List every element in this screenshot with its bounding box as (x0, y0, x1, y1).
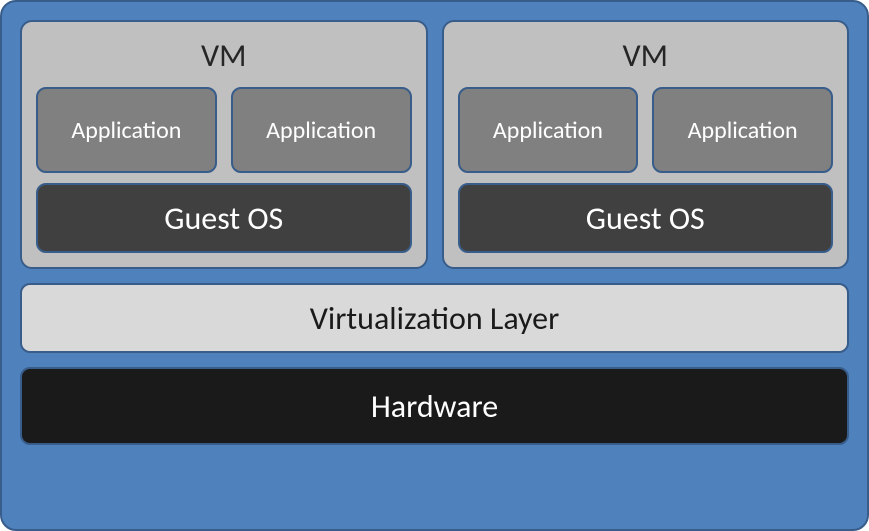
vm-row: VM Application Application Guest OS VM A… (20, 20, 849, 269)
guest-os-box: Guest OS (36, 183, 412, 253)
application-box: Application (652, 87, 833, 173)
app-row: Application Application (36, 87, 412, 173)
app-row: Application Application (458, 87, 834, 173)
application-box: Application (458, 87, 639, 173)
vm-box-2: VM Application Application Guest OS (442, 20, 850, 269)
application-box: Application (36, 87, 217, 173)
guest-os-box: Guest OS (458, 183, 834, 253)
virtualization-layer-box: Virtualization Layer (20, 283, 849, 353)
hardware-box: Hardware (20, 367, 849, 445)
vm-title: VM (36, 32, 412, 77)
virtualization-diagram: VM Application Application Guest OS VM A… (0, 0, 869, 531)
vm-title: VM (458, 32, 834, 77)
vm-box-1: VM Application Application Guest OS (20, 20, 428, 269)
application-box: Application (231, 87, 412, 173)
